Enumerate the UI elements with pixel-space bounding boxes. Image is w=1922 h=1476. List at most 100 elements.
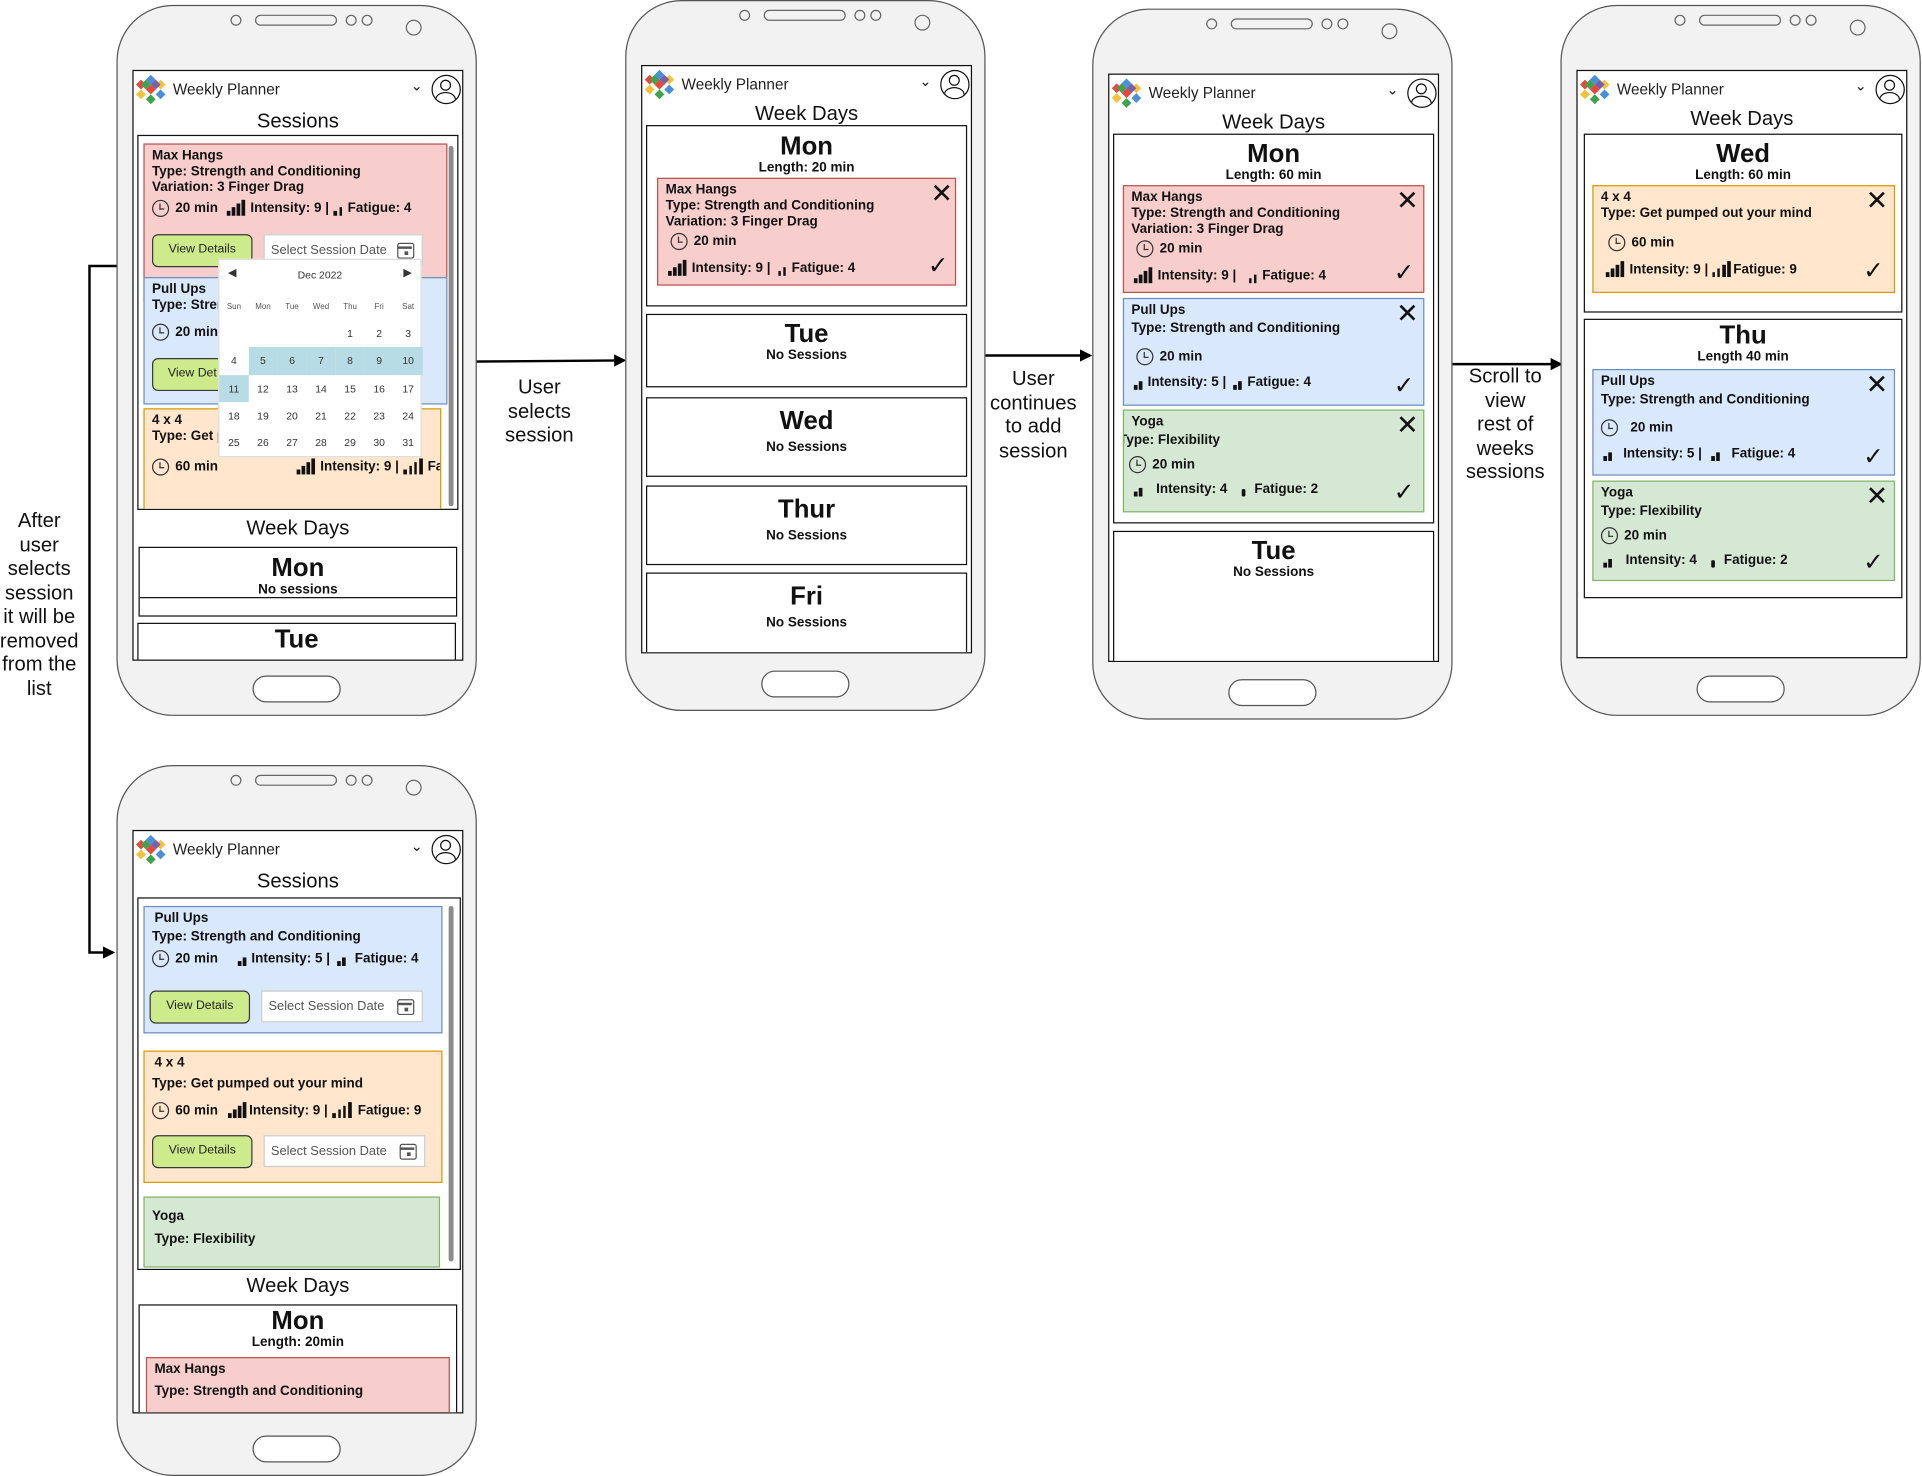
- session-card-pull-ups[interactable]: Pull Ups Type: Strength and Conditioning…: [1122, 297, 1425, 406]
- home-button[interactable]: [252, 1435, 341, 1463]
- session-card-pull-ups[interactable]: Pull Ups Type: Strength and Conditioning…: [1592, 368, 1896, 476]
- calendar-day[interactable]: 28: [307, 429, 336, 456]
- calendar-day[interactable]: 11: [219, 374, 249, 402]
- chevron-down-icon[interactable]: ⌄: [1855, 77, 1867, 94]
- day-thu[interactable]: Thu Length 40 min Pull Ups Type: Strengt…: [1583, 318, 1903, 599]
- calendar-day[interactable]: 22: [336, 402, 365, 429]
- calendar-day[interactable]: 17: [394, 375, 423, 402]
- calendar-day[interactable]: 16: [365, 375, 394, 402]
- complete-session-icon[interactable]: ✓: [928, 253, 949, 278]
- chevron-down-icon[interactable]: ⌄: [411, 837, 423, 854]
- day-tue[interactable]: Tue No Sessions: [645, 313, 968, 388]
- session-card-yoga[interactable]: Yoga Type: Flexibility 20 min Intensity:…: [1122, 409, 1425, 513]
- day-fri[interactable]: Fri No Sessions: [645, 572, 968, 653]
- clock-icon: [1136, 348, 1154, 366]
- calendar-day[interactable]: 14: [307, 375, 336, 402]
- session-card-yoga[interactable]: Yoga Type: Flexibility: [143, 1196, 441, 1268]
- complete-session-icon[interactable]: ✓: [1863, 257, 1884, 282]
- calendar-day[interactable]: 7: [306, 347, 336, 375]
- calendar-day[interactable]: 19: [248, 402, 277, 429]
- day-wed[interactable]: Wed No Sessions: [645, 397, 968, 477]
- remove-session-icon[interactable]: ✕: [1866, 372, 1889, 399]
- day-mon[interactable]: Mon No sessions: [138, 546, 458, 617]
- remove-session-icon[interactable]: ✕: [1866, 188, 1889, 215]
- remove-session-icon[interactable]: ✕: [1396, 413, 1419, 440]
- home-button[interactable]: [252, 675, 341, 703]
- calendar-day[interactable]: 8: [335, 347, 365, 375]
- remove-session-icon[interactable]: ✕: [930, 181, 953, 208]
- session-card-pull-ups[interactable]: Pull Ups Type: Strength and Conditioning…: [143, 905, 443, 1034]
- chevron-down-icon[interactable]: ⌄: [411, 77, 423, 94]
- calendar-day[interactable]: 25: [219, 429, 248, 456]
- complete-session-icon[interactable]: ✓: [1394, 373, 1415, 398]
- calendar-icon[interactable]: [397, 999, 415, 1016]
- session-card-yoga[interactable]: Yoga Type: Flexibility 20 min Intensity:…: [1592, 480, 1896, 582]
- select-session-date-input[interactable]: Select Session Date: [261, 990, 423, 1023]
- chevron-down-icon[interactable]: ⌄: [1386, 81, 1398, 98]
- day-tue[interactable]: Tue: [137, 622, 456, 660]
- remove-session-icon[interactable]: ✕: [1866, 484, 1889, 511]
- calendar-day[interactable]: 29: [336, 429, 365, 456]
- calendar-day[interactable]: 12: [248, 375, 277, 402]
- user-avatar-icon[interactable]: [1875, 74, 1905, 105]
- calendar-day[interactable]: 6: [277, 347, 307, 375]
- calendar-day[interactable]: 10: [393, 347, 423, 375]
- complete-session-icon[interactable]: ✓: [1394, 260, 1415, 285]
- home-button[interactable]: [761, 670, 850, 698]
- calendar-day[interactable]: 23: [365, 402, 394, 429]
- user-avatar-icon[interactable]: [431, 74, 461, 105]
- complete-session-icon[interactable]: ✓: [1394, 479, 1415, 504]
- remove-session-icon[interactable]: ✕: [1396, 301, 1419, 328]
- scrollbar[interactable]: [448, 905, 454, 1262]
- day-mon[interactable]: Mon Length: 20 min Max Hangs Type: Stren…: [645, 125, 968, 307]
- calendar-day[interactable]: 13: [277, 375, 306, 402]
- calendar-day[interactable]: 26: [248, 429, 277, 456]
- calendar-day[interactable]: 3: [394, 320, 423, 347]
- complete-session-icon[interactable]: ✓: [1863, 444, 1884, 469]
- calendar-day[interactable]: 24: [394, 402, 423, 429]
- day-mon[interactable]: Mon Length: 20min Max Hangs Type: Streng…: [138, 1304, 458, 1413]
- calendar-day[interactable]: 21: [307, 402, 336, 429]
- home-button[interactable]: [1228, 679, 1317, 707]
- session-card-4x4[interactable]: 4 x 4 Type: Get pumped out your mind 60 …: [1592, 185, 1896, 293]
- sessions-list[interactable]: Max Hangs Type: Strength and Conditionin…: [137, 134, 459, 510]
- view-details-button[interactable]: View Details: [149, 990, 251, 1024]
- home-button[interactable]: [1696, 675, 1785, 703]
- date-picker-popup[interactable]: ◀ Dec 2022 ▶ Sun Mon Tue Wed Thu Fri Sat 1 2 3 4 5 6…: [218, 258, 423, 458]
- scrollbar[interactable]: [448, 145, 454, 507]
- view-details-button[interactable]: View Details: [151, 1135, 253, 1169]
- session-card-max-hangs[interactable]: Max Hangs Type: Strength and Conditionin…: [1122, 185, 1425, 293]
- calendar-day[interactable]: 15: [336, 375, 365, 402]
- calendar-icon[interactable]: [397, 242, 415, 259]
- calendar-day[interactable]: 9: [364, 347, 394, 375]
- select-session-date-input[interactable]: Select Session Date: [263, 1135, 426, 1168]
- day-tue[interactable]: Tue No Sessions: [1113, 530, 1435, 661]
- app-header: Weekly Planner ⌄: [642, 66, 971, 103]
- day-thur[interactable]: Thur No Sessions: [645, 485, 968, 566]
- calendar-icon[interactable]: [399, 1143, 417, 1160]
- calendar-day[interactable]: 30: [365, 429, 394, 456]
- complete-session-icon[interactable]: ✓: [1863, 549, 1884, 574]
- calendar-grid[interactable]: Sun Mon Tue Wed Thu Fri Sat 1 2 3 4 5 6 7 8 9 10 11 12 13 14…: [219, 293, 423, 456]
- calendar-day[interactable]: 20: [277, 402, 306, 429]
- calendar-day[interactable]: 2: [365, 320, 394, 347]
- next-month-icon[interactable]: ▶: [403, 266, 411, 279]
- calendar-day[interactable]: 4: [219, 347, 248, 374]
- calendar-day[interactable]: 18: [219, 402, 248, 429]
- session-card-4x4[interactable]: 4 x 4 Type: Get pumped out your mind 60 …: [143, 1050, 443, 1183]
- day-wed[interactable]: Wed Length: 60 min 4 x 4 Type: Get pumpe…: [1583, 133, 1903, 313]
- user-avatar-icon[interactable]: [431, 834, 461, 865]
- calendar-day[interactable]: 27: [277, 429, 306, 456]
- calendar-day[interactable]: 31: [394, 429, 423, 456]
- user-avatar-icon[interactable]: [1407, 78, 1437, 108]
- chevron-down-icon[interactable]: ⌄: [919, 72, 931, 89]
- session-card-max-hangs[interactable]: Max Hangs Type: Strength and Conditionin…: [145, 1357, 450, 1413]
- session-card-max-hangs[interactable]: Max Hangs Type: Strength and Conditionin…: [657, 177, 957, 286]
- calendar-day[interactable]: 1: [336, 320, 365, 347]
- app-header: Weekly Planner ⌄: [134, 831, 463, 868]
- calendar-day[interactable]: 5: [248, 347, 278, 375]
- day-mon[interactable]: Mon Length: 60 min Max Hangs Type: Stren…: [1113, 133, 1435, 524]
- user-avatar-icon[interactable]: [940, 69, 970, 100]
- remove-session-icon[interactable]: ✕: [1396, 188, 1419, 215]
- sessions-list[interactable]: Pull Ups Type: Strength and Conditioning…: [137, 897, 461, 1271]
